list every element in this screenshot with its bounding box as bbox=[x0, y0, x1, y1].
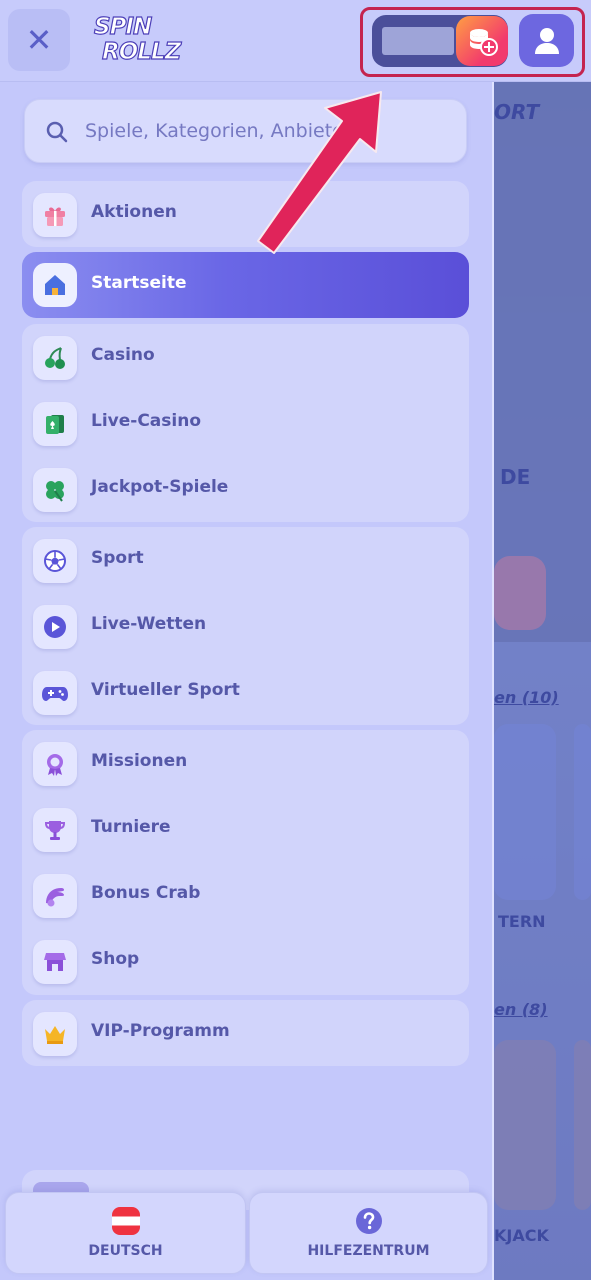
austria-flag-icon bbox=[111, 1207, 140, 1235]
menu-item-turniere[interactable]: Turniere bbox=[22, 796, 469, 862]
menu-group-sport: Sport Live-Wetten Virtueller Sport bbox=[22, 527, 469, 725]
gamepad-icon bbox=[33, 671, 77, 715]
spinrollz-logo[interactable]: SPIN ROLLZ bbox=[92, 12, 192, 68]
background-game-title: TERN bbox=[498, 912, 546, 931]
crab-claw-icon bbox=[33, 874, 77, 918]
menu-item-label: Virtueller Sport bbox=[91, 680, 240, 700]
playing-card-icon bbox=[33, 402, 77, 446]
gift-icon bbox=[33, 193, 77, 237]
language-label: DEUTSCH bbox=[88, 1243, 163, 1259]
home-icon bbox=[33, 263, 77, 307]
background-see-all-link: en (8) bbox=[494, 1000, 548, 1019]
menu-item-missionen[interactable]: Missionen bbox=[22, 730, 469, 796]
menu-item-startseite[interactable]: Startseite bbox=[22, 252, 469, 318]
background-banner-text: DE bbox=[500, 465, 531, 489]
cherries-icon bbox=[33, 336, 77, 380]
search-box[interactable] bbox=[24, 99, 467, 163]
menu-item-label: Live-Wetten bbox=[91, 614, 207, 634]
logo-text-rollz: ROLLZ bbox=[101, 38, 181, 65]
balance-amount-redacted bbox=[382, 27, 454, 55]
menu-group-casino: Casino Live-Casino Jackpot-Spiele bbox=[22, 324, 469, 522]
menu-item-label: Aktionen bbox=[91, 202, 177, 222]
logo-text-spin: SPIN bbox=[93, 13, 152, 40]
help-center-button[interactable]: HILFEZENTRUM bbox=[249, 1192, 488, 1274]
menu-item-virtueller-sport[interactable]: Virtueller Sport bbox=[22, 659, 469, 725]
background-game-title: KJACK bbox=[494, 1226, 549, 1245]
help-center-label: HILFEZENTRUM bbox=[307, 1243, 430, 1259]
menu-item-label: Casino bbox=[91, 345, 155, 365]
menu-item-casino[interactable]: Casino bbox=[22, 324, 469, 390]
menu-item-label: Turniere bbox=[91, 817, 171, 837]
menu-item-bonus-crab[interactable]: Bonus Crab bbox=[22, 862, 469, 928]
trophy-icon bbox=[33, 808, 77, 852]
menu-item-label: Shop bbox=[91, 949, 140, 969]
menu-item-aktionen[interactable]: Aktionen bbox=[22, 181, 469, 247]
play-icon bbox=[33, 605, 77, 649]
menu-item-vip-programm[interactable]: VIP-Programm bbox=[22, 1000, 469, 1066]
search-icon bbox=[46, 121, 68, 143]
shop-icon bbox=[33, 940, 77, 984]
crown-icon bbox=[33, 1012, 77, 1056]
menu-group-promotions: Aktionen bbox=[22, 181, 469, 247]
menu-item-label: Bonus Crab bbox=[91, 883, 201, 903]
menu-item-label: Jackpot-Spiele bbox=[91, 477, 229, 497]
menu-item-label: Sport bbox=[91, 548, 144, 568]
language-button[interactable]: DEUTSCH bbox=[5, 1192, 246, 1274]
menu-group-extras: Missionen Turniere Bonus Crab Shop bbox=[22, 730, 469, 995]
menu-item-live-casino[interactable]: Live-Casino bbox=[22, 390, 469, 456]
menu-item-jackpot-spiele[interactable]: Jackpot-Spiele bbox=[22, 456, 469, 522]
top-header: ✕ SPIN ROLLZ bbox=[0, 0, 591, 82]
question-icon bbox=[355, 1208, 382, 1234]
search-input[interactable] bbox=[85, 100, 465, 162]
soccer-ball-icon bbox=[33, 539, 77, 583]
menu-item-label: VIP-Programm bbox=[91, 1021, 230, 1041]
profile-button[interactable] bbox=[519, 14, 574, 67]
menu-group-vip: VIP-Programm bbox=[22, 1000, 469, 1066]
medal-icon bbox=[33, 742, 77, 786]
menu-item-label: Startseite bbox=[91, 273, 187, 293]
coins-plus-icon bbox=[470, 29, 498, 56]
menu-item-label: Live-Casino bbox=[91, 411, 202, 431]
menu-item-shop[interactable]: Shop bbox=[22, 928, 469, 994]
deposit-button[interactable] bbox=[456, 16, 508, 66]
clover-icon bbox=[33, 468, 77, 512]
background-see-all-link: en (10) bbox=[494, 688, 559, 707]
close-menu-button[interactable]: ✕ bbox=[8, 9, 70, 71]
menu-item-label: Missionen bbox=[91, 751, 188, 771]
close-icon: ✕ bbox=[25, 21, 53, 59]
menu-item-sport[interactable]: Sport bbox=[22, 527, 469, 593]
user-icon bbox=[534, 27, 559, 54]
menu-item-live-wetten[interactable]: Live-Wetten bbox=[22, 593, 469, 659]
background-sport-heading: ORT bbox=[494, 100, 540, 124]
